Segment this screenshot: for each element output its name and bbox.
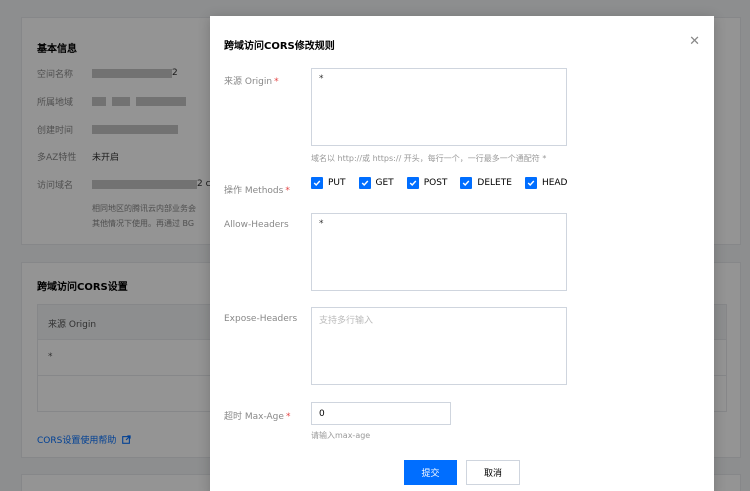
method-label: PUT [328, 178, 346, 188]
expose-headers-textarea[interactable]: 支持多行输入 [311, 307, 567, 385]
method-post-checkbox[interactable]: POST [406, 177, 448, 189]
allow-headers-textarea[interactable]: * [311, 213, 567, 291]
method-put-checkbox[interactable]: PUT [311, 177, 346, 189]
checkbox-checked-icon [358, 177, 371, 189]
origin-textarea[interactable]: * [311, 68, 567, 146]
method-label: POST [423, 178, 448, 188]
max-age-hint: 请输入max-age [311, 431, 371, 440]
required-mark: * [274, 77, 279, 87]
checkbox-checked-icon [460, 177, 473, 189]
origin-hint: 域名以 http://或 https:// 开头，每行一个，一行最多一个通配符 … [311, 154, 547, 163]
cancel-button[interactable]: 取消 [466, 460, 520, 485]
required-mark: * [285, 412, 291, 422]
method-delete-checkbox[interactable]: DELETE [460, 177, 512, 189]
origin-label: 来源 Origin * [224, 74, 279, 87]
close-icon[interactable]: ✕ [689, 35, 700, 48]
max-age-label-text: 超时 Max-Age [224, 412, 284, 422]
submit-button[interactable]: 提交 [404, 460, 457, 485]
checkbox-checked-icon [524, 177, 537, 189]
method-label: HEAD [541, 178, 568, 188]
methods-label-text: 操作 Methods [224, 186, 284, 196]
origin-label-text: 来源 Origin [224, 77, 273, 87]
method-label: GET [375, 178, 394, 188]
modal-title: 跨域访问CORS修改规则 [224, 41, 335, 52]
checkbox-checked-icon [311, 177, 323, 189]
methods-group: PUT GET POST DELETE HEAD [311, 177, 580, 189]
method-get-checkbox[interactable]: GET [358, 177, 394, 189]
required-mark: * [285, 186, 290, 196]
max-age-input[interactable]: 0 [311, 402, 451, 425]
method-label: DELETE [477, 178, 512, 188]
max-age-label: 超时 Max-Age * [224, 409, 290, 422]
method-head-checkbox[interactable]: HEAD [524, 177, 568, 189]
methods-label: 操作 Methods * [224, 183, 290, 196]
expose-headers-label: Expose-Headers [224, 314, 298, 324]
cors-edit-modal: 跨域访问CORS修改规则 ✕ 来源 Origin * * 域名以 http://或… [210, 16, 714, 491]
checkbox-checked-icon [406, 177, 419, 189]
allow-headers-label: Allow-Headers [224, 220, 289, 230]
